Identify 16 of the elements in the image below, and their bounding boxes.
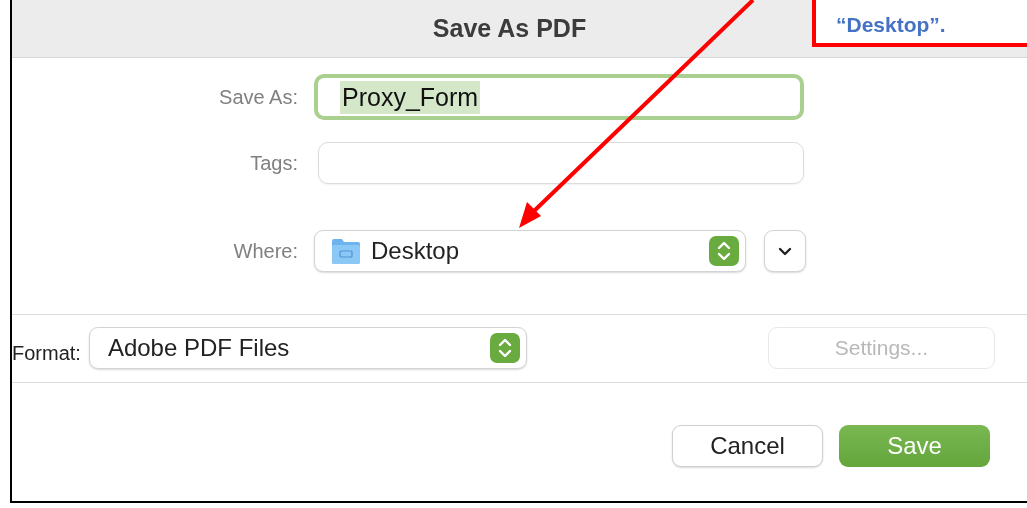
- cancel-button[interactable]: Cancel: [672, 425, 823, 467]
- stepper-icon: [709, 236, 739, 266]
- field-label: Where:: [233, 239, 298, 263]
- field-label: Tags:: [250, 151, 298, 175]
- chevron-down-icon: [778, 246, 792, 256]
- field-label: Save As:: [219, 85, 298, 109]
- stepper-icon: [489, 333, 520, 363]
- callout-text: “Desktop”.: [836, 13, 946, 37]
- format-label: Format:: [12, 341, 81, 365]
- window-title: Save As PDF: [432, 14, 587, 43]
- format-popup[interactable]: Adobe PDF Files: [88, 327, 527, 369]
- expand-button[interactable]: [764, 230, 806, 272]
- folder-icon: [331, 237, 361, 265]
- input-field[interactable]: [318, 142, 804, 184]
- location-popup[interactable]: Desktop: [314, 230, 746, 272]
- input-field[interactable]: Proxy_Form: [314, 74, 804, 120]
